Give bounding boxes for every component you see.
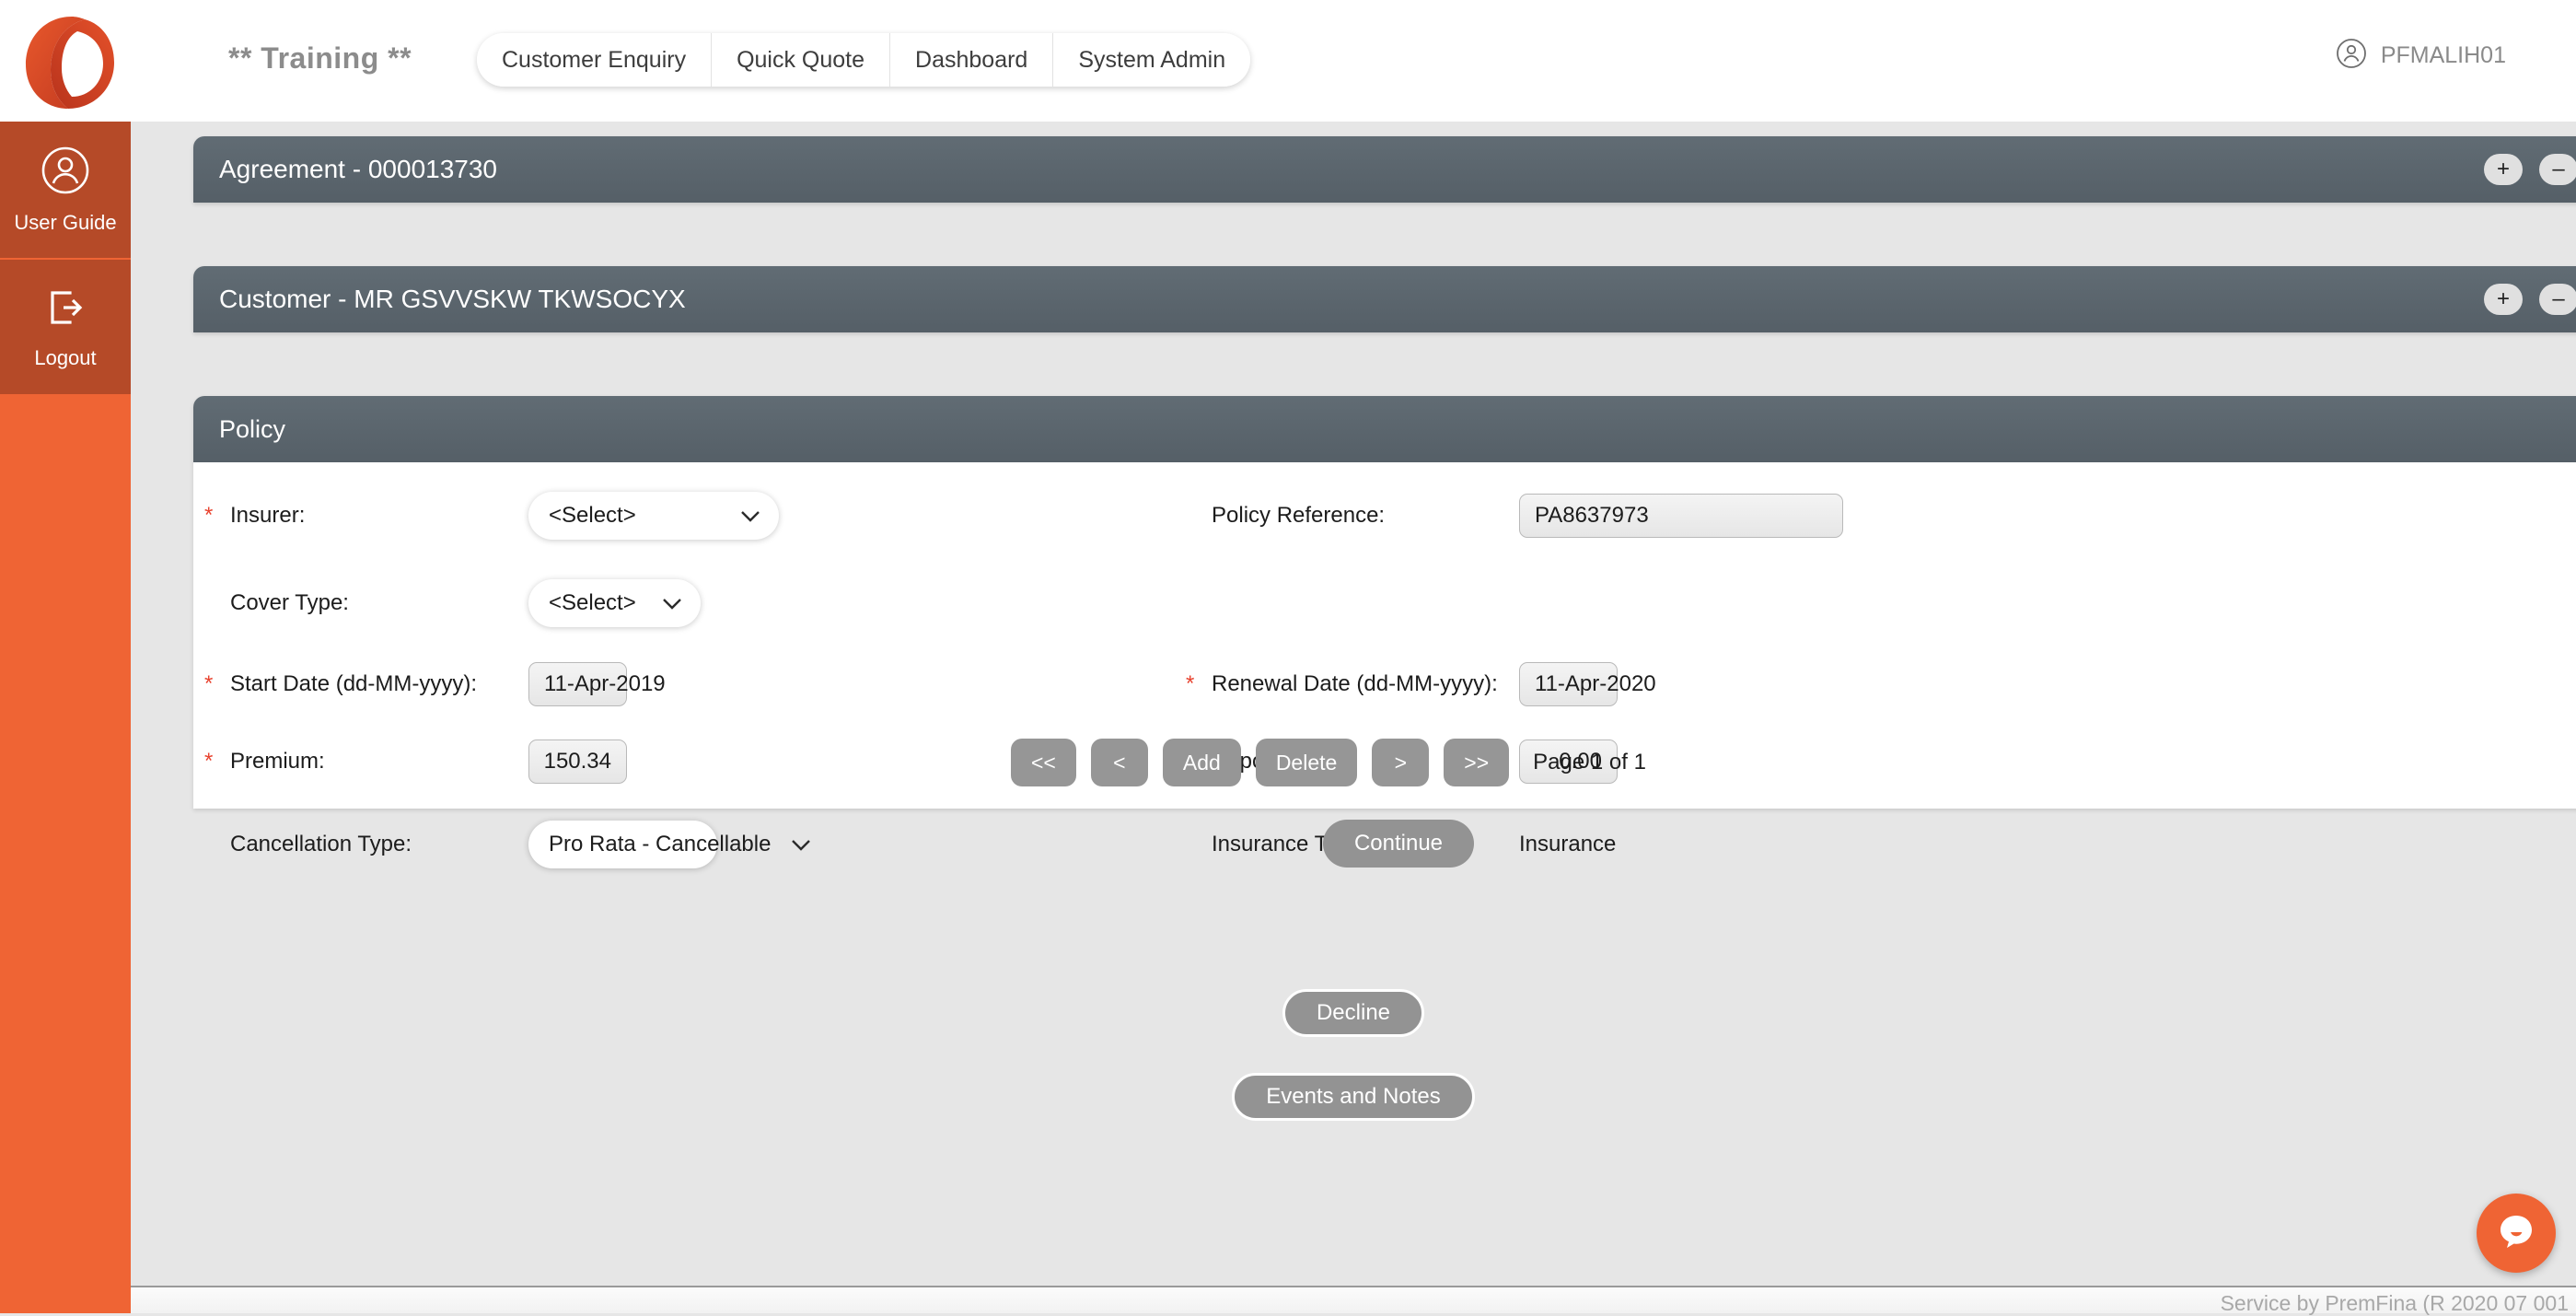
required-marker: * (204, 749, 213, 774)
user-menu[interactable]: PFMALIH01 (2336, 38, 2506, 74)
sidebar-item-label: Logout (34, 346, 96, 370)
tab-quick-quote[interactable]: Quick Quote (712, 33, 890, 87)
premium-input[interactable]: 150.34 (528, 740, 627, 784)
premium-value: 150.34 (544, 749, 611, 774)
form-row-dates: * Start Date (dd-MM-yyyy): 11-Apr-2019 *… (193, 660, 2576, 708)
events-and-notes-button[interactable]: Events and Notes (1232, 1073, 1474, 1121)
premfina-logo-icon (20, 11, 123, 114)
main-content: Agreement - 000013730 + – Customer - MR … (131, 122, 2576, 1313)
chevron-down-icon (720, 503, 760, 529)
pager-next-button[interactable]: > (1372, 739, 1429, 786)
chat-launcher-button[interactable] (2477, 1194, 2556, 1273)
start-date-value: 11-Apr-2019 (544, 671, 666, 697)
sidebar: User Guide Logout (0, 122, 131, 1313)
renewal-date-input[interactable]: 11-Apr-2020 (1519, 662, 1618, 706)
policy-pagination: << < Add Delete > >> Page 1 of 1 (1011, 739, 1646, 786)
renewal-date-label: Renewal Date (dd-MM-yyyy): (1212, 671, 1498, 697)
start-date-label: Start Date (dd-MM-yyyy): (230, 671, 477, 697)
logout-arrow-icon (41, 284, 89, 336)
decline-button[interactable]: Decline (1282, 989, 1424, 1037)
premium-label: Premium: (230, 749, 325, 774)
pager-first-button[interactable]: << (1011, 739, 1076, 786)
continue-button[interactable]: Continue (1323, 820, 1474, 868)
customer-expand-button[interactable]: + (2484, 284, 2523, 315)
required-marker: * (204, 503, 213, 529)
user-circle-icon (2336, 38, 2367, 74)
required-marker: * (204, 671, 213, 697)
policy-panel: Policy * Insurer: <Select> Policy Refere… (193, 396, 2576, 809)
tab-customer-enquiry[interactable]: Customer Enquiry (477, 33, 712, 87)
renewal-date-value: 11-Apr-2020 (1535, 671, 1656, 697)
agreement-expand-button[interactable]: + (2484, 154, 2523, 185)
agreement-panel-controls: + – (2484, 154, 2576, 185)
required-marker: * (1186, 671, 1194, 697)
agreement-title: Agreement - 000013730 (219, 155, 497, 184)
insurer-value: <Select> (549, 503, 636, 529)
training-label: ** Training ** (228, 41, 412, 76)
customer-panel-header: Customer - MR GSVVSKW TKWSOCYX + – (193, 266, 2576, 332)
cover-type-label: Cover Type: (230, 590, 349, 616)
insurer-select[interactable]: <Select> (528, 492, 779, 540)
user-circle-icon (40, 145, 91, 201)
form-row-cover-type: Cover Type: <Select> (193, 579, 2576, 627)
form-row-insurer: * Insurer: <Select> Policy Reference: PA… (193, 492, 2576, 540)
policy-panel-header: Policy (193, 396, 2576, 462)
continue-button-container: Continue (193, 820, 2576, 868)
main-nav-tabs: Customer Enquiry Quick Quote Dashboard S… (477, 33, 1250, 87)
sidebar-item-user-guide[interactable]: User Guide (0, 122, 131, 258)
tab-system-admin[interactable]: System Admin (1053, 33, 1250, 87)
policy-form: * Insurer: <Select> Policy Reference: PA… (193, 462, 2576, 809)
chat-bubble-icon (2493, 1208, 2539, 1259)
pager-last-button[interactable]: >> (1444, 739, 1509, 786)
page-info: Page 1 of 1 (1533, 750, 1646, 775)
insurer-label: Insurer: (230, 503, 305, 529)
decline-button-container: Decline (131, 989, 2576, 1037)
agreement-collapse-button[interactable]: – (2539, 154, 2576, 185)
policy-reference-input[interactable]: PA8637973 (1519, 494, 1843, 538)
add-button[interactable]: Add (1163, 739, 1241, 786)
sidebar-item-logout[interactable]: Logout (0, 258, 131, 394)
chevron-down-icon (642, 590, 682, 616)
footer: Service by PremFina (R 2020 07 001 (131, 1286, 2576, 1313)
user-name: PFMALIH01 (2381, 42, 2506, 69)
policy-title: Policy (219, 415, 285, 444)
agreement-panel-header: Agreement - 000013730 + – (193, 136, 2576, 203)
policy-reference-label: Policy Reference: (1212, 503, 1385, 529)
customer-collapse-button[interactable]: – (2539, 284, 2576, 315)
sidebar-item-label: User Guide (14, 211, 116, 235)
policy-reference-value: PA8637973 (1535, 503, 1649, 529)
customer-panel-controls: + – (2484, 284, 2576, 315)
pager-prev-button[interactable]: < (1091, 739, 1148, 786)
customer-title: Customer - MR GSVVSKW TKWSOCYX (219, 285, 686, 314)
top-bar: ** Training ** Customer Enquiry Quick Qu… (0, 0, 2576, 122)
delete-button[interactable]: Delete (1256, 739, 1357, 786)
events-and-notes-button-container: Events and Notes (131, 1073, 2576, 1121)
cover-type-value: <Select> (549, 590, 636, 616)
tab-dashboard[interactable]: Dashboard (890, 33, 1053, 87)
cover-type-select[interactable]: <Select> (528, 579, 701, 627)
footer-text: Service by PremFina (R 2020 07 001 (2221, 1291, 2569, 1316)
start-date-input[interactable]: 11-Apr-2019 (528, 662, 627, 706)
